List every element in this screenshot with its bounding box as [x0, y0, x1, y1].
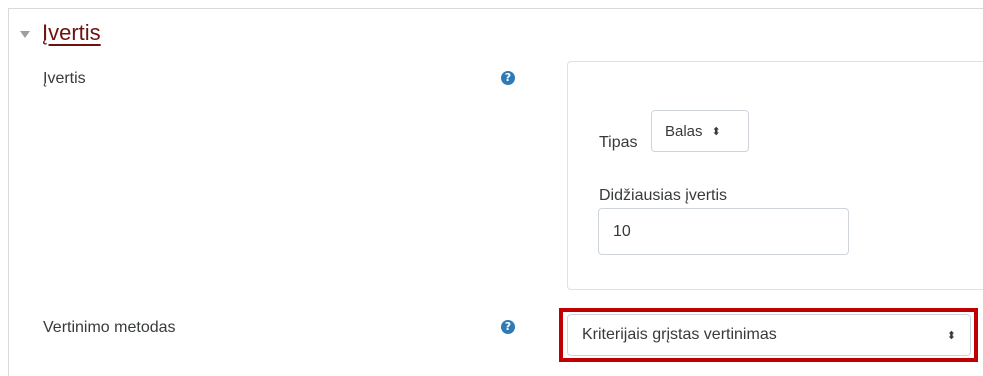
question-circle-icon[interactable]: ? [501, 71, 515, 85]
section-header[interactable]: Įvertis [20, 20, 101, 46]
grading-method-value: Kriterijais grįstas vertinimas [582, 326, 777, 343]
grade-settings-group: Tipas Balas ⬍ Didžiausias įvertis [567, 61, 983, 290]
question-circle-icon[interactable]: ? [501, 320, 515, 334]
grading-method-label: Vertinimo metodas [43, 319, 176, 336]
select-arrows-icon: ⬍ [946, 328, 956, 342]
select-arrows-icon: ⬍ [711, 124, 721, 138]
section-title[interactable]: Įvertis [42, 20, 101, 46]
grade-type-select[interactable]: Balas ⬍ [651, 110, 749, 152]
max-grade-input[interactable] [598, 208, 849, 255]
grading-method-select[interactable]: Kriterijais grįstas vertinimas ⬍ [567, 314, 971, 356]
collapse-triangle-icon[interactable] [20, 30, 30, 38]
grade-type-label: Tipas [599, 134, 638, 151]
max-grade-label: Didžiausias įvertis [599, 187, 728, 204]
grade-type-value: Balas [665, 122, 703, 140]
grade-field-label: Įvertis [43, 70, 86, 87]
